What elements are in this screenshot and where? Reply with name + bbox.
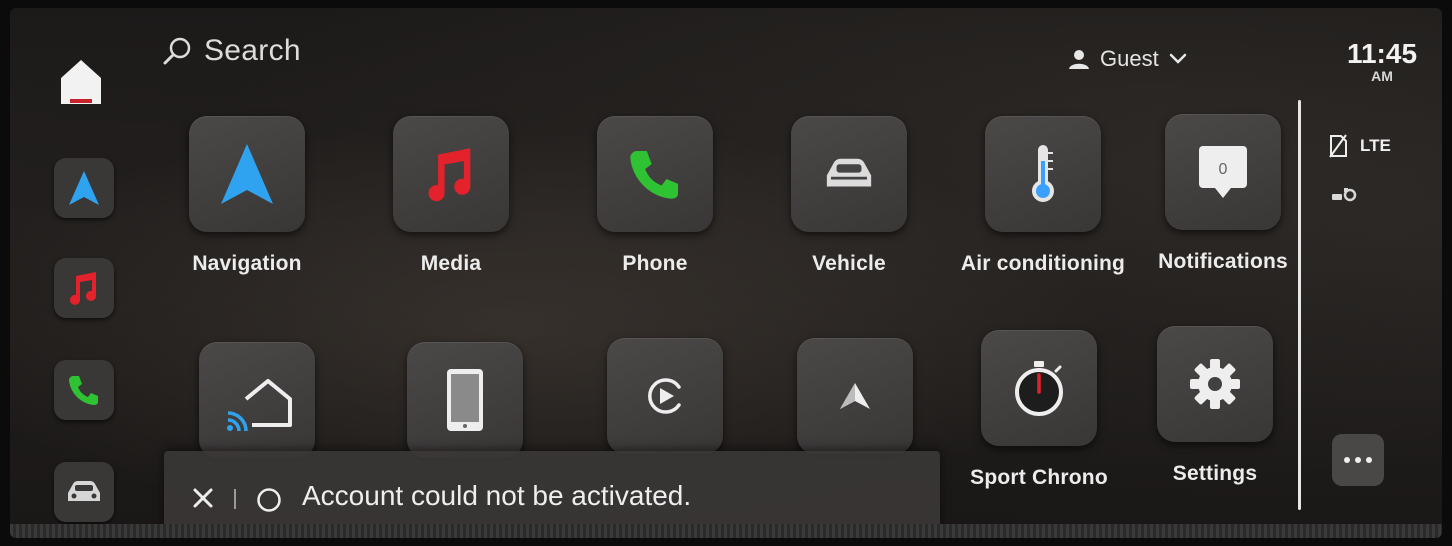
- app-tile: [1157, 326, 1273, 442]
- app-label: Phone: [622, 252, 688, 275]
- app-label: Navigation: [192, 252, 302, 275]
- app-tile: [985, 116, 1101, 232]
- more-button[interactable]: [1332, 434, 1384, 486]
- app-sport-chrono[interactable]: Sport Chrono: [954, 330, 1124, 490]
- app-tile: [981, 330, 1097, 446]
- connectivity-status: [1330, 186, 1360, 209]
- app-tile: [199, 342, 315, 458]
- toast-close-button[interactable]: [186, 481, 220, 515]
- app-notifications[interactable]: 0 Notifications: [1138, 114, 1308, 274]
- music-note-icon: [428, 148, 471, 202]
- app-label: Media: [420, 252, 482, 275]
- no-sim-icon: [1329, 134, 1347, 158]
- notification-bubble-icon: 0: [1199, 146, 1247, 198]
- app-air-conditioning[interactable]: Air conditioning: [958, 116, 1128, 276]
- chevron-down-icon: [1169, 53, 1186, 64]
- notification-count: 0: [1219, 161, 1228, 178]
- user-icon: [1069, 50, 1089, 69]
- app-tile: 0: [1165, 114, 1281, 230]
- app-tile: [393, 116, 509, 232]
- home-icon: [61, 60, 101, 104]
- app-label: Settings: [1172, 462, 1258, 485]
- profile-selector[interactable]: Guest: [1068, 46, 1187, 72]
- app-vehicle[interactable]: Vehicle: [764, 116, 934, 276]
- app-label: Vehicle: [812, 252, 886, 275]
- network-status: LTE: [1328, 134, 1391, 158]
- app-settings[interactable]: Settings: [1130, 326, 1300, 486]
- app-phone[interactable]: Phone: [570, 116, 740, 276]
- toast-message: Account could not be activated.: [302, 480, 692, 511]
- status-circle-icon: [257, 488, 281, 512]
- navigation-arrow-icon: [221, 144, 273, 204]
- app-tile: [797, 338, 913, 454]
- car-icon: [826, 158, 872, 187]
- dock-vehicle-button[interactable]: [54, 462, 114, 522]
- thermometer-icon: [1032, 145, 1054, 202]
- app-label: Sport Chrono: [970, 466, 1108, 489]
- clock-ampm: AM: [1371, 68, 1393, 84]
- stopwatch-icon: [1015, 361, 1063, 416]
- bezel-edge: [10, 524, 1442, 538]
- tablet-icon: [447, 369, 483, 431]
- home-button[interactable]: [50, 48, 112, 112]
- more-dots-icon: [1344, 457, 1372, 463]
- gear-icon: [1190, 359, 1240, 409]
- toast-notification: Account could not be activated.: [164, 451, 940, 535]
- dock-media-button[interactable]: [54, 258, 114, 318]
- infotainment-screen: Search Guest 11:45 AM LTE Navigation Med…: [10, 8, 1442, 538]
- dock-phone-button[interactable]: [54, 360, 114, 420]
- search-label: Search: [204, 34, 301, 67]
- toast-separator: [234, 489, 236, 509]
- car-icon: [68, 481, 100, 501]
- music-note-icon: [70, 272, 96, 305]
- search-bar[interactable]: Search: [162, 34, 301, 68]
- clock: 11:45 AM: [1342, 38, 1422, 85]
- search-icon: [163, 37, 191, 65]
- profile-label: Guest: [1100, 46, 1159, 71]
- android-auto-icon: [840, 383, 870, 409]
- phone-handset-icon: [69, 376, 98, 405]
- connected-device-icon: [1332, 188, 1357, 202]
- app-tile: [607, 338, 723, 454]
- network-label: LTE: [1360, 136, 1391, 155]
- navigation-arrow-icon: [69, 171, 99, 205]
- app-media[interactable]: Media: [366, 116, 536, 276]
- app-tile: [407, 342, 523, 458]
- smart-home-icon: [227, 379, 292, 431]
- app-tile: [189, 116, 305, 232]
- app-tile: [597, 116, 713, 232]
- clock-time: 11:45: [1346, 38, 1418, 69]
- phone-handset-icon: [630, 150, 679, 199]
- app-label: Air conditioning: [960, 252, 1126, 275]
- app-navigation[interactable]: Navigation: [162, 116, 332, 276]
- app-tile: [791, 116, 907, 232]
- play-circle-icon: [648, 378, 681, 414]
- app-label: Notifications: [1158, 250, 1288, 273]
- close-icon: [193, 488, 213, 508]
- dock-navigation-button[interactable]: [54, 158, 114, 218]
